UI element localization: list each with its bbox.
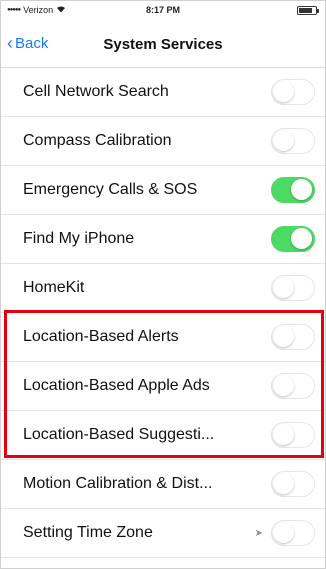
toggle-switch[interactable] — [271, 373, 315, 399]
row-label: Find My iPhone — [23, 230, 135, 247]
toggle-knob — [273, 326, 294, 347]
status-bar: ●●●●● Verizon 8:17 PM — [1, 1, 325, 21]
toggle-knob — [273, 277, 294, 298]
toggle-switch[interactable] — [271, 79, 315, 105]
row-label: Compass Calibration — [23, 132, 172, 149]
row-compass-calibration: Compass Calibration — [1, 117, 325, 166]
toggle-switch[interactable] — [271, 177, 315, 203]
toggle-switch[interactable] — [271, 422, 315, 448]
row-find-my-iphone: Find My iPhone — [1, 215, 325, 264]
toggle-knob — [291, 228, 312, 249]
battery-icon — [297, 6, 319, 15]
toggle-knob — [273, 424, 294, 445]
battery-fill — [299, 8, 312, 13]
page-title: System Services — [103, 36, 223, 53]
row-motion-calibration: Motion Calibration & Dist... — [1, 460, 325, 509]
toggle-knob — [273, 81, 294, 102]
location-arrow-icon: ➤ — [254, 527, 263, 539]
toggle-switch[interactable] — [271, 520, 315, 546]
toggle-knob — [273, 130, 294, 151]
row-label: Location-Based Suggesti... — [23, 426, 215, 443]
row-label: HomeKit — [23, 279, 85, 296]
row-homekit: HomeKit — [1, 264, 325, 313]
row-label: Location-Based Apple Ads — [23, 377, 210, 394]
navigation-bar: ‹ Back System Services — [1, 23, 325, 68]
toggle-switch[interactable] — [271, 471, 315, 497]
toggle-switch[interactable] — [271, 128, 315, 154]
row-label: Location-Based Alerts — [23, 328, 179, 345]
row-label: Cell Network Search — [23, 83, 169, 100]
row-label: Emergency Calls & SOS — [23, 181, 198, 198]
row-emergency-calls-sos: Emergency Calls & SOS — [1, 166, 325, 215]
system-services-list: Cell Network Search Compass Calibration … — [1, 68, 325, 558]
toggle-knob — [291, 179, 312, 200]
toggle-switch[interactable] — [271, 324, 315, 350]
row-location-based-apple-ads: Location-Based Apple Ads — [1, 362, 325, 411]
phone-screen: ●●●●● Verizon 8:17 PM ‹ Back System Serv… — [0, 0, 326, 569]
row-label: Motion Calibration & Dist... — [23, 475, 213, 492]
row-label: Setting Time Zone — [23, 524, 153, 541]
row-location-based-suggestions: Location-Based Suggesti... — [1, 411, 325, 460]
status-time: 8:17 PM — [145, 5, 180, 15]
toggle-switch[interactable] — [271, 226, 315, 252]
toggle-knob — [273, 522, 294, 543]
toggle-switch[interactable] — [271, 275, 315, 301]
toggle-knob — [273, 375, 294, 396]
row-cell-network-search: Cell Network Search — [1, 68, 325, 117]
row-setting-time-zone: Setting Time Zone ➤ — [1, 509, 325, 558]
row-location-based-alerts: Location-Based Alerts — [1, 313, 325, 362]
toggle-knob — [273, 473, 294, 494]
